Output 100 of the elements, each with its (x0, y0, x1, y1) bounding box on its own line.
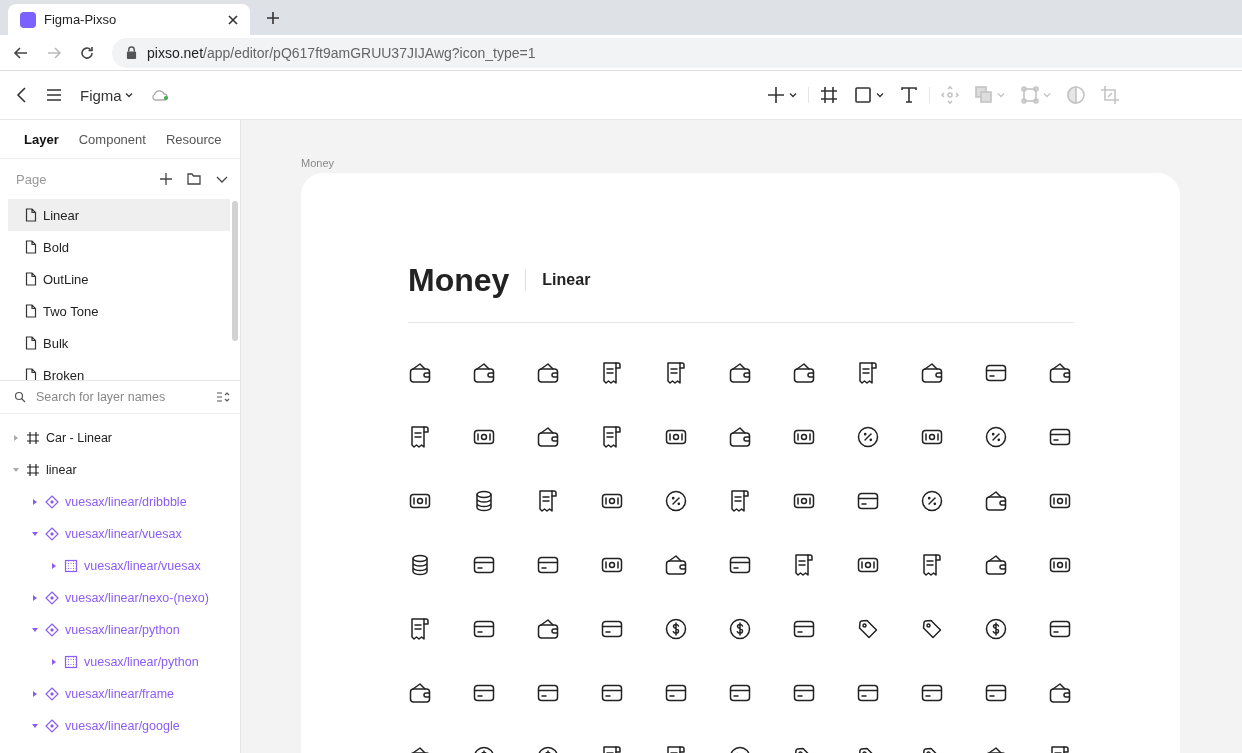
component-icon (45, 719, 59, 733)
caret-icon (995, 90, 1006, 100)
receipt-icon (920, 553, 944, 577)
layer-name[interactable]: vuesax/linear/vuesax (84, 559, 201, 573)
collapsed-caret-icon[interactable] (12, 434, 20, 442)
layer-name[interactable]: vuesax/linear/google (65, 719, 180, 733)
page-item[interactable]: Linear (8, 199, 230, 231)
receipt-icon (408, 617, 432, 641)
wallet-icon (536, 425, 560, 449)
frame-subtitle: Linear (542, 271, 591, 289)
wallet-icon (984, 489, 1008, 513)
percent-icon (856, 425, 880, 449)
new-tab-icon[interactable] (266, 10, 280, 25)
component-icon (45, 591, 59, 605)
wallet-icon (408, 681, 432, 705)
collapsed-caret-icon[interactable] (31, 594, 39, 602)
wallet-icon (536, 617, 560, 641)
wallet-icon (728, 361, 752, 385)
receipt-icon (408, 425, 432, 449)
page-item[interactable]: Bulk (8, 327, 230, 359)
collapsed-caret-icon[interactable] (50, 658, 58, 666)
receipt-icon (728, 489, 752, 513)
layer-name[interactable]: vuesax/linear/frame (65, 687, 175, 701)
text-icon (898, 85, 919, 105)
expanded-caret-icon[interactable] (31, 530, 39, 538)
page-icon (25, 304, 37, 318)
caret-icon (1041, 90, 1052, 100)
expanded-caret-icon[interactable] (31, 722, 39, 730)
page-item[interactable]: OutLine (8, 263, 230, 295)
dollar-icon (664, 617, 688, 641)
panel-tab[interactable]: Component (68, 127, 154, 151)
frame-icon (26, 431, 40, 445)
layer-name[interactable]: vuesax/linear/python (65, 623, 180, 637)
address-bar[interactable]: pixso.net/app/editor/pQ617ft9amGRUU37JIJAwg?icon_type=1 (112, 37, 1242, 68)
page-item[interactable]: Bold (8, 231, 230, 263)
page-icon (25, 272, 37, 286)
layer-name[interactable]: vuesax/linear/nexo-(nexo) (65, 591, 209, 605)
file-name-dropdown[interactable]: Figma (76, 86, 138, 104)
wallet-icon (984, 553, 1008, 577)
page-item[interactable]: Broken (8, 359, 230, 380)
tab-title: Figma-Pixso (44, 12, 118, 27)
half-circle-icon (1065, 85, 1086, 105)
collapsed-caret-icon[interactable] (31, 498, 39, 506)
wallet-icon (408, 361, 432, 385)
expanded-caret-icon[interactable] (12, 466, 20, 474)
wallet-icon (920, 361, 944, 385)
page-icon (25, 208, 37, 222)
layer-name[interactable]: linear (46, 463, 77, 477)
reload-icon[interactable] (79, 44, 95, 61)
layer-name[interactable]: Car - Linear (46, 431, 112, 445)
frame-title: Money (408, 261, 510, 299)
collapsed-caret-icon[interactable] (50, 562, 58, 570)
expanded-caret-icon[interactable] (31, 626, 39, 634)
panel-tab[interactable]: Layer (14, 127, 67, 151)
wallet-icon (536, 361, 560, 385)
crop-icon (1099, 85, 1120, 105)
plus-icon (765, 85, 786, 105)
layer-name[interactable]: vuesax/linear/dribbble (65, 495, 187, 509)
page-icon (25, 368, 37, 380)
tag-icon (920, 617, 944, 641)
wallet-icon (728, 425, 752, 449)
browser-tab[interactable]: Figma-Pixso (8, 4, 250, 35)
close-icon[interactable] (226, 12, 240, 27)
wallet-icon (1048, 681, 1072, 705)
percent-icon (984, 425, 1008, 449)
scrollbar[interactable] (232, 201, 238, 341)
layer-name[interactable]: vuesax/linear/python (84, 655, 199, 669)
page-item[interactable]: Two Tone (8, 295, 230, 327)
caret-icon (123, 90, 134, 100)
group-icon (64, 655, 78, 669)
layer-name[interactable]: vuesax/linear/vuesax (65, 527, 182, 541)
folder-icon[interactable] (186, 171, 202, 187)
frame-icon (818, 85, 839, 105)
sort-icon[interactable] (216, 391, 230, 403)
layer-search-field[interactable]: Search for layer names (34, 389, 208, 405)
back-arrow-icon[interactable] (13, 44, 29, 61)
dollar-icon (728, 617, 752, 641)
panel-tab[interactable]: Resource (155, 127, 230, 151)
add-page-icon[interactable] (158, 171, 174, 187)
percent-icon (920, 489, 944, 513)
wallet-icon (792, 361, 816, 385)
component-icon (45, 623, 59, 637)
wallet-icon (1048, 361, 1072, 385)
frame-icon (26, 463, 40, 477)
receipt-icon (856, 361, 880, 385)
lock-icon (126, 46, 137, 59)
wallet-icon (472, 361, 496, 385)
search-icon (14, 391, 26, 403)
component-icon (45, 495, 59, 509)
collapsed-caret-icon[interactable] (31, 690, 39, 698)
component-icon (45, 527, 59, 541)
pages-heading: Page (16, 171, 48, 187)
component-icon (45, 687, 59, 701)
page-icon (25, 240, 37, 254)
percent-icon (664, 489, 688, 513)
caret-icon (787, 90, 798, 100)
app-logo-icon (20, 11, 36, 28)
tag-icon (856, 617, 880, 641)
vector-path-icon (1019, 85, 1040, 105)
dollar-icon (984, 617, 1008, 641)
